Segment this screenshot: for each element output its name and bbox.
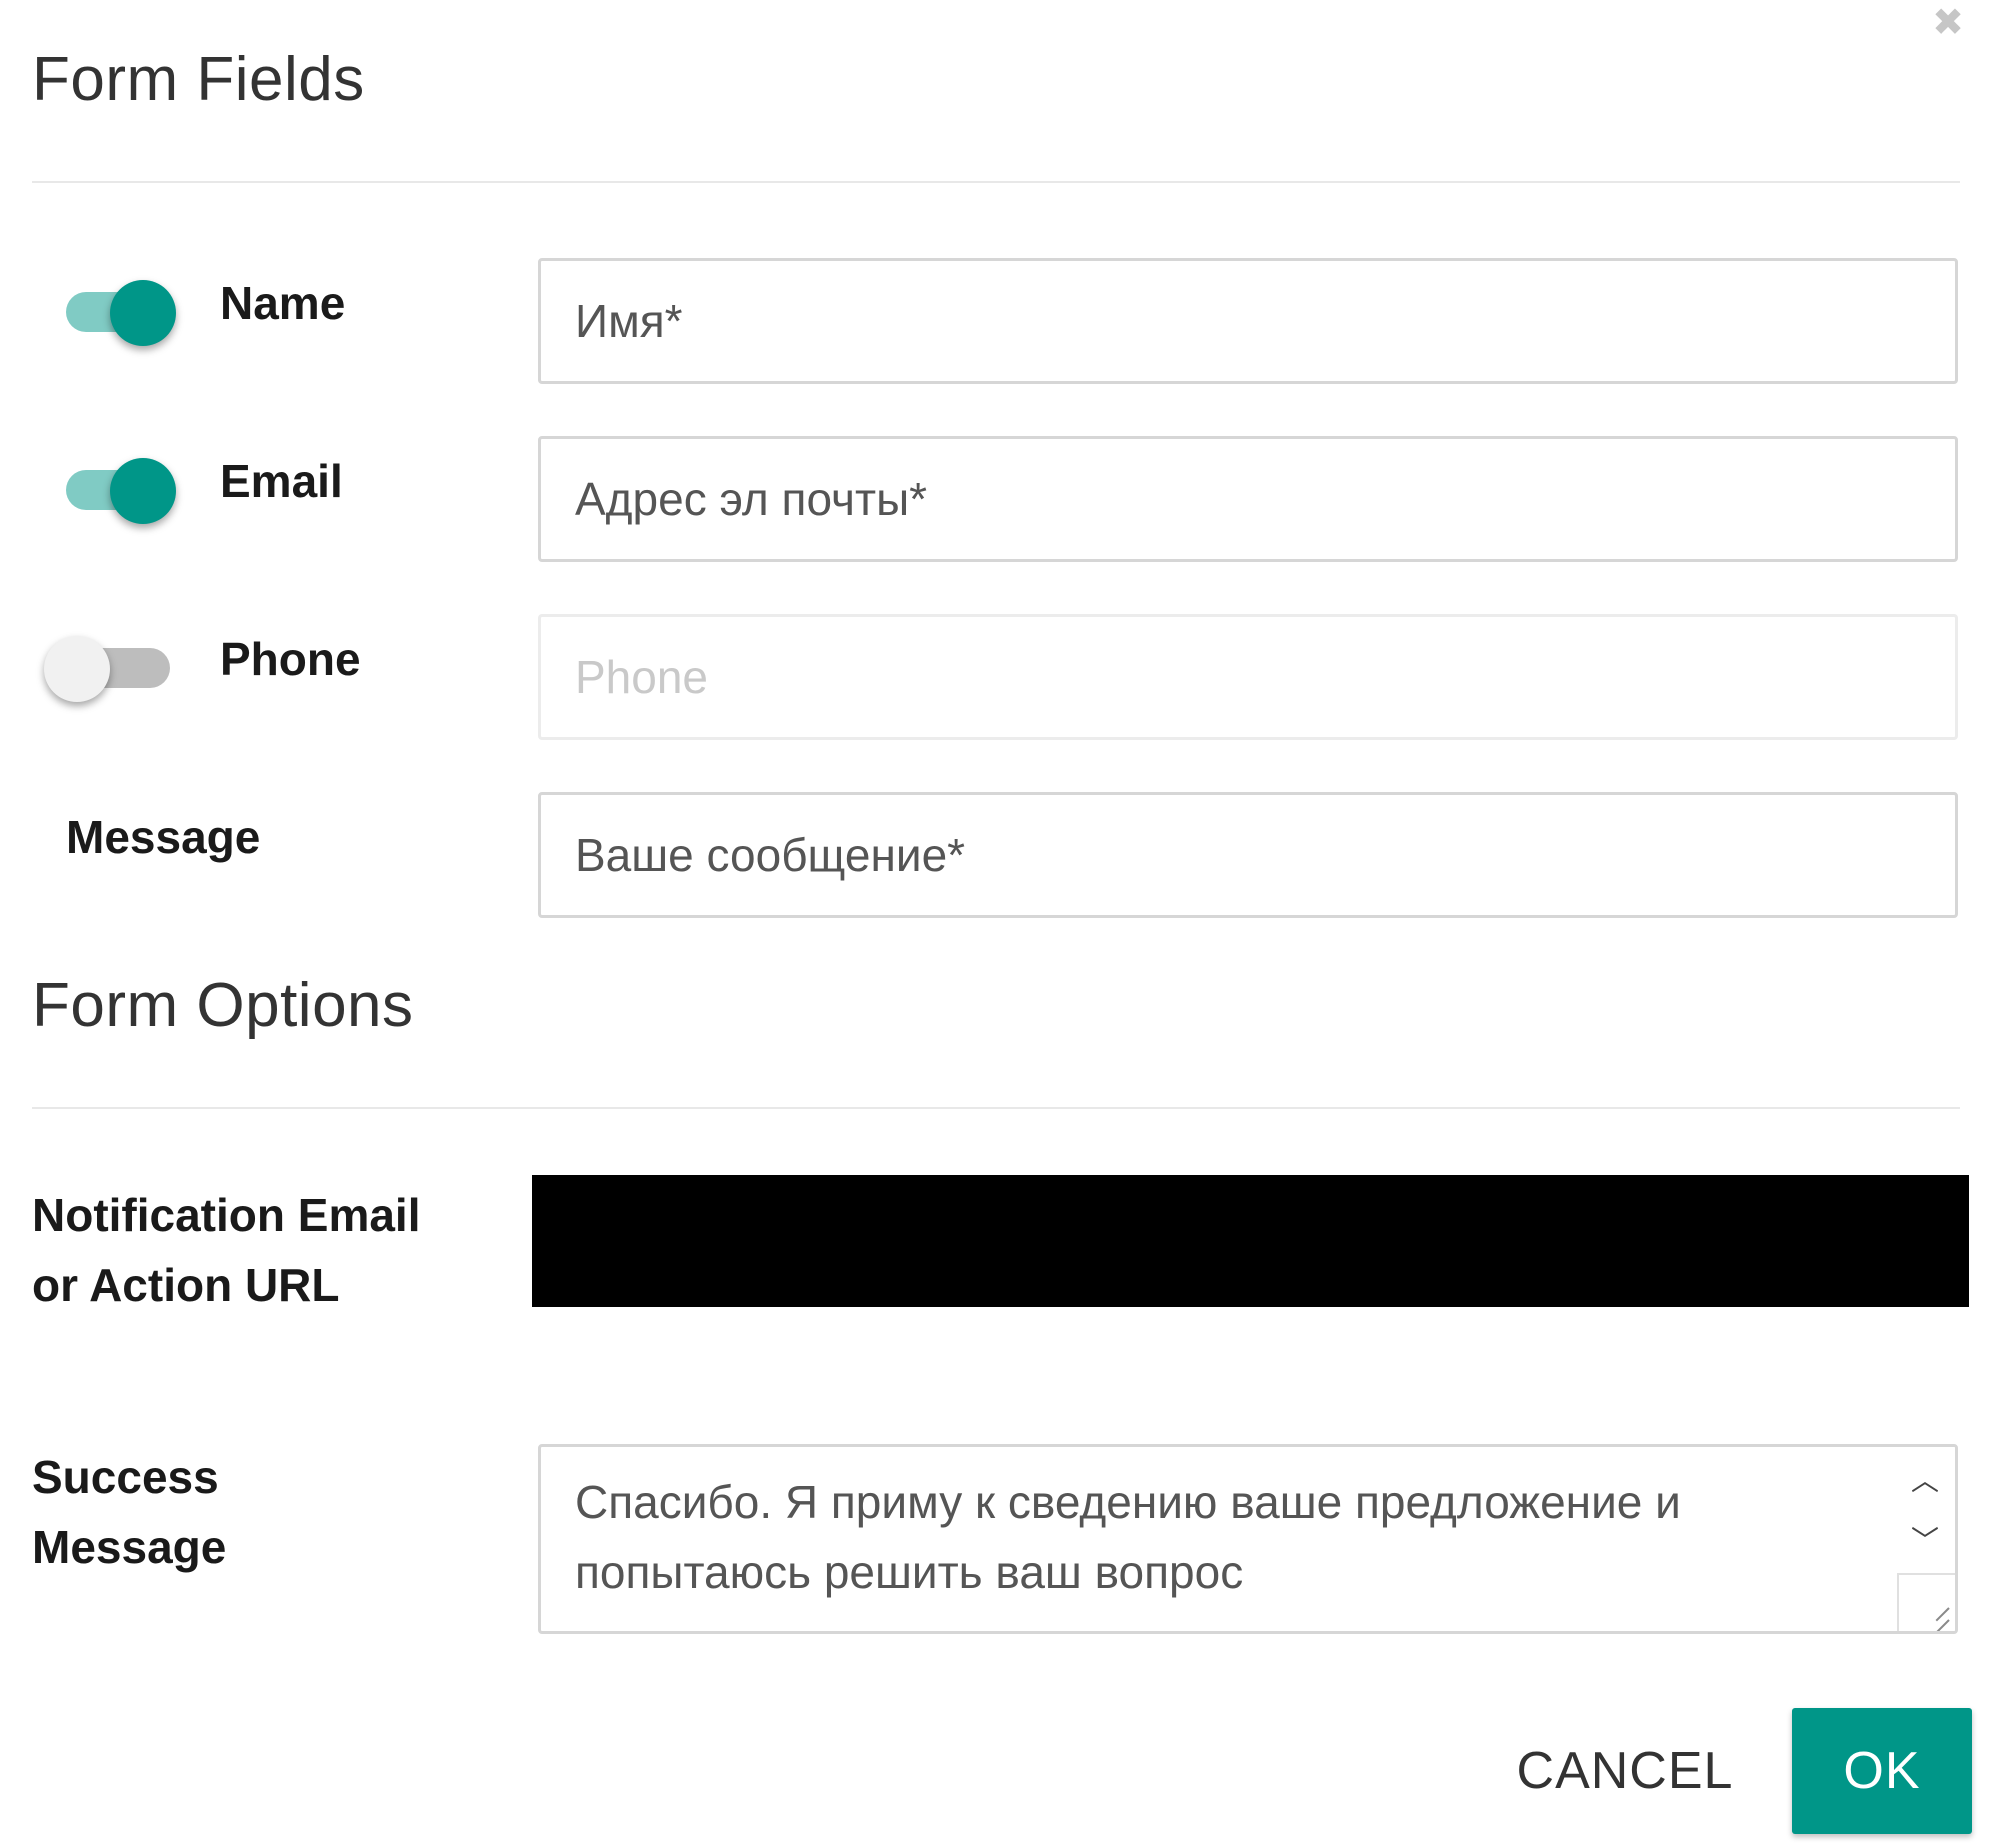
- email-field[interactable]: [538, 436, 1958, 562]
- email-toggle[interactable]: [52, 446, 182, 526]
- success-message-wrapper: Спасибо. Я приму к сведению ваше предлож…: [538, 1444, 1958, 1634]
- ok-button[interactable]: OK: [1792, 1708, 1972, 1834]
- close-icon[interactable]: ✖: [1928, 0, 1968, 44]
- phone-field[interactable]: [538, 614, 1958, 740]
- success-message-textarea[interactable]: Спасибо. Я приму к сведению ваше предлож…: [541, 1447, 1895, 1631]
- phone-toggle[interactable]: [0, 624, 170, 704]
- success-message-label: Success Message: [32, 1451, 227, 1573]
- notification-label: Notification Email or Action URL: [32, 1189, 421, 1311]
- redacted-notification-field: [532, 1175, 1969, 1307]
- name-field[interactable]: [538, 258, 1958, 384]
- form-settings-dialog: ✖ Form Fields Name Email Phone Message F…: [0, 0, 2000, 1847]
- name-label: Name: [220, 277, 346, 329]
- toggle-knob: [110, 458, 176, 524]
- form-options-title: Form Options: [32, 971, 414, 1040]
- message-field[interactable]: [538, 792, 1958, 918]
- toggle-knob: [110, 280, 176, 346]
- message-label: Message: [66, 811, 261, 863]
- name-toggle[interactable]: [52, 268, 182, 348]
- scroll-up-icon[interactable]: ︿: [1895, 1449, 1955, 1509]
- toggle-knob: [44, 636, 110, 702]
- email-label: Email: [220, 455, 343, 507]
- resize-grip-icon[interactable]: [1897, 1573, 1955, 1631]
- divider: [32, 181, 1960, 183]
- divider: [32, 1107, 1960, 1109]
- scroll-down-icon[interactable]: ﹀: [1895, 1509, 1955, 1569]
- form-fields-title: Form Fields: [32, 45, 365, 114]
- cancel-button[interactable]: CANCEL: [1490, 1708, 1760, 1834]
- phone-label: Phone: [220, 633, 361, 685]
